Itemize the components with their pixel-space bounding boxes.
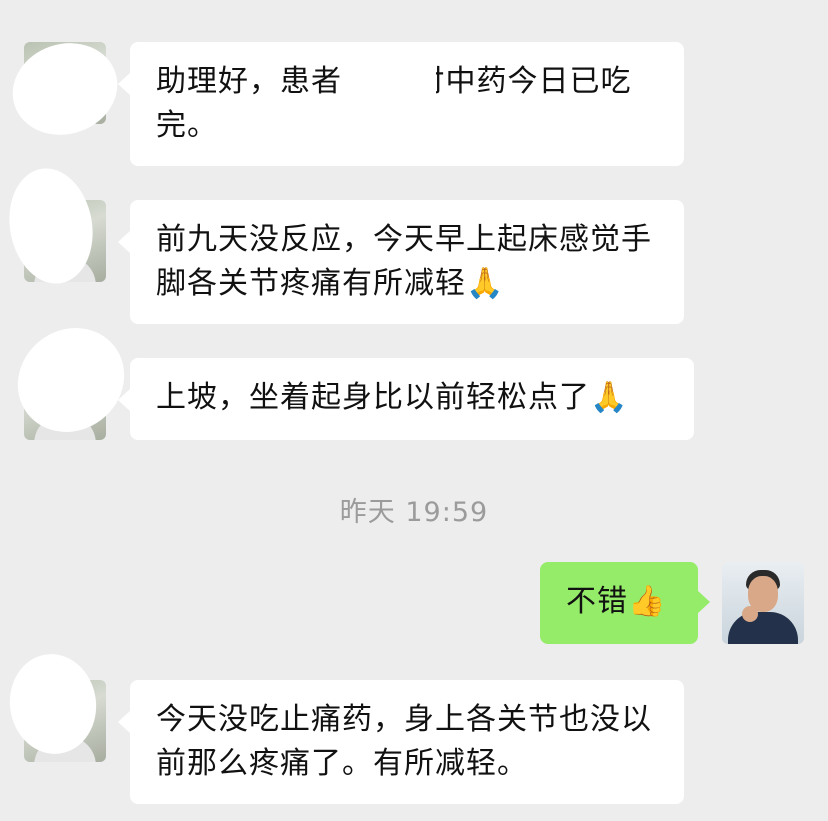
message-bubble-incoming[interactable]: 上坡，坐着起身比以前轻松点了🙏 (118, 358, 694, 440)
message-bubble-outgoing[interactable]: 不错👍 (540, 562, 710, 644)
privacy-redaction (0, 29, 130, 149)
privacy-redaction (0, 306, 146, 454)
praying-hands-icon: 🙏 (466, 266, 505, 301)
avatar-hand (742, 606, 758, 622)
thumbs-up-icon: 👍 (628, 584, 667, 619)
message-bubble-incoming[interactable]: 今天没吃止痛药，身上各关节也没以前那么疼痛了。有所减轻。 (118, 680, 684, 804)
message-bubble-incoming[interactable]: 前九天没反应，今天早上起床感觉手脚各关节疼痛有所减轻🙏 (118, 200, 684, 324)
text-redaction (352, 64, 436, 108)
message-text: 上坡，坐着起身比以前轻松点了 (156, 380, 590, 415)
praying-hands-icon: 🙏 (590, 380, 629, 415)
avatar-suit (728, 612, 798, 644)
doctor-avatar[interactable] (722, 562, 804, 644)
message-text: 不错 (566, 584, 628, 619)
chat-timestamp: 昨天 19:59 (339, 497, 489, 528)
message-text: 前九天没反应，今天早上起床感觉手脚各关节疼痛有所减轻 (156, 222, 652, 301)
chat-screen: 助理好，患者 兰十付中药今日已吃完。 前九天没反应，今天早上起床感觉手脚各关节疼… (0, 0, 828, 821)
message-text: 今天没吃止痛药，身上各关节也没以前那么疼痛了。有所减轻。 (156, 702, 652, 781)
